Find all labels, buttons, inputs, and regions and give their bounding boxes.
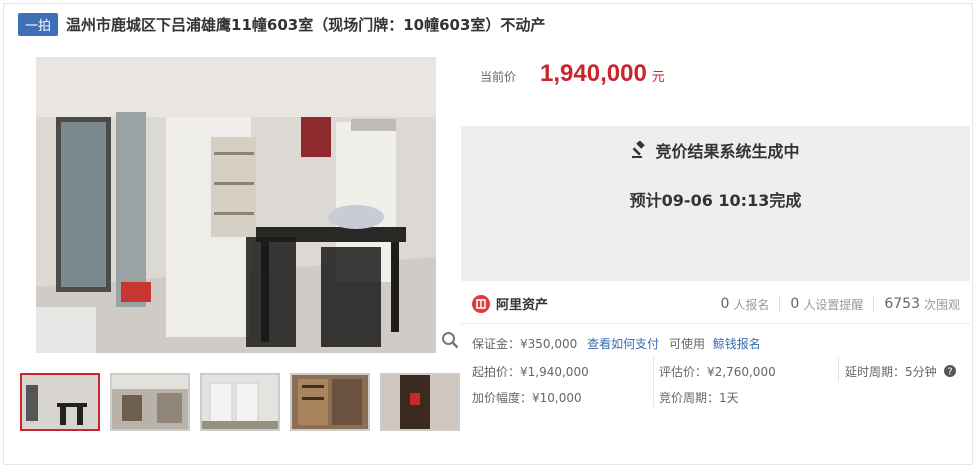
detail-divider (653, 357, 654, 407)
current-price-value: 1,940,000 (540, 60, 647, 87)
room-photo-illustration (36, 57, 436, 353)
start-price: 起拍价：¥1,940,000 (472, 365, 589, 379)
item-header: 一拍 温州市鹿城区下吕浦雄鹰11幢603室（现场门牌：10幢603室）不动产 (18, 10, 545, 38)
stats-divider (779, 296, 781, 312)
bid-increment: 加价幅度：¥10,000 (472, 391, 582, 405)
platform-logo[interactable]: 阿里资产 (472, 294, 548, 313)
thumbnail-3[interactable] (200, 373, 280, 431)
thumbnail-1[interactable] (20, 373, 100, 431)
main-photo[interactable] (36, 57, 436, 353)
thumbnail-5-image (382, 375, 458, 429)
usable-label: 可使用 (668, 337, 705, 351)
svg-text:?: ? (948, 367, 953, 378)
current-price-unit: 元 (651, 70, 665, 85)
loan-signup-link[interactable]: 鲸钱报名 (713, 337, 761, 351)
current-price-label: 当前价 (480, 70, 517, 84)
status-expected-time: 预计09-06 10:13完成 (629, 191, 802, 210)
platform-name: 阿里资产 (496, 298, 549, 313)
bidding-period: 竞价周期：1天 (659, 391, 739, 405)
thumbnail-5[interactable] (380, 373, 460, 431)
thumbnail-2-image (112, 375, 188, 429)
auction-status-box: 竞价结果系统生成中 预计09-06 10:13完成 (461, 126, 970, 281)
thumbnail-2[interactable] (110, 373, 190, 431)
current-price: 当前价 1,940,000 元 (480, 60, 665, 88)
delay-period: 延时周期：5分钟 (845, 365, 937, 379)
status-title: 竞价结果系统生成中 (655, 142, 800, 161)
view-label: 次围观 (923, 297, 960, 312)
stats-divider (873, 296, 875, 312)
platform-row: 阿里资产 0 人报名 0 人设置提醒 6753 次围观 (461, 284, 970, 324)
deposit-amount: 保证金：¥350,000 (472, 337, 578, 351)
ali-asset-logo-icon (472, 294, 490, 313)
auction-round-badge: 一拍 (18, 12, 59, 36)
delay-period-row: 延时周期：5分钟 ? (845, 363, 957, 380)
deposit-row: 保证金：¥350,000 查看如何支付 可使用 鲸钱报名 (472, 335, 761, 352)
signup-count: 0 (720, 296, 730, 312)
thumbnail-1-image (22, 375, 98, 429)
thumbnail-4[interactable] (290, 373, 370, 431)
stats-bar: 0 人报名 0 人设置提醒 6753 次围观 (720, 284, 960, 324)
assessed-price: 评估价：¥2,760,000 (659, 365, 776, 379)
gavel-icon (632, 141, 646, 158)
item-title: 温州市鹿城区下吕浦雄鹰11幢603室（现场门牌：10幢603室）不动产 (66, 15, 546, 34)
detail-divider (838, 357, 839, 382)
reminder-label: 人设置提醒 (803, 297, 864, 312)
zoom-icon[interactable] (441, 331, 459, 349)
signup-label: 人报名 (733, 297, 770, 312)
how-to-pay-link[interactable]: 查看如何支付 (587, 337, 659, 351)
view-count: 6753 (884, 296, 920, 312)
thumbnail-strip (20, 373, 470, 431)
thumbnail-4-image (292, 375, 368, 429)
reminder-count: 0 (790, 296, 800, 312)
thumbnail-3-image (202, 375, 278, 429)
status-title-row: 竞价结果系统生成中 (461, 138, 970, 162)
help-icon[interactable]: ? (943, 364, 957, 378)
